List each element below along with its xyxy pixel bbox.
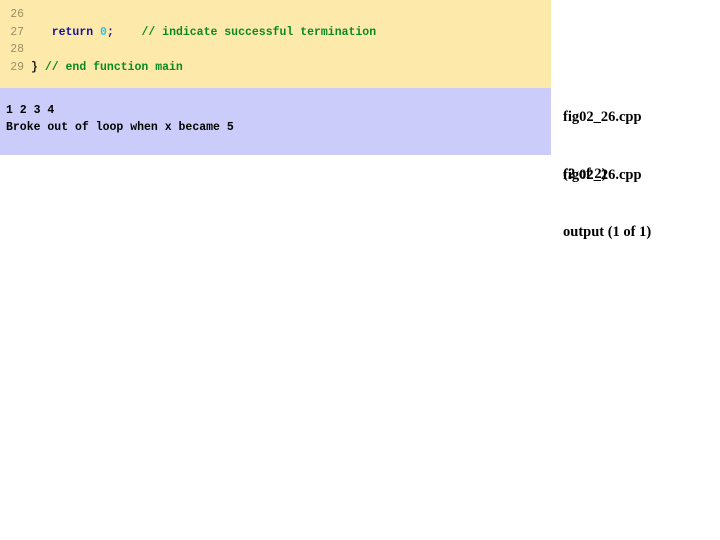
output-line: 1 2 3 4 [6, 104, 55, 117]
code-line: 28 [0, 41, 551, 59]
code-line: 27 return 0; // indicate successful term… [0, 24, 551, 42]
code-token-number: 0 [100, 25, 107, 39]
caption-output-file-part: output (1 of 1) [563, 224, 652, 240]
code-token-keyword: return [51, 25, 94, 39]
code-line: 26 [0, 6, 551, 24]
caption-output-file: fig02_26.cpp output (1 of 1) [563, 128, 651, 261]
output-line: Broke out of loop when x became 5 [6, 121, 234, 134]
code-listing-panel: 26 27 return 0; // indicate successful te… [0, 0, 551, 88]
code-line-number: 28 [10, 43, 24, 56]
code-line-content: } // end function main [24, 59, 183, 77]
code-line-number: 26 [10, 8, 24, 21]
code-line-content: return 0; // indicate successful termina… [24, 24, 376, 42]
code-token-plain: } [31, 60, 45, 74]
code-line-number: 29 [10, 60, 24, 74]
code-token-comment: // end function main [44, 60, 183, 74]
caption-source-file-name: fig02_26.cpp [563, 109, 642, 125]
code-token-comment: // indicate successful termination [141, 25, 377, 39]
code-line: 29} // end function main [0, 59, 551, 77]
program-output-panel: 1 2 3 4 Broke out of loop when x became 5 [0, 88, 551, 155]
code-token-punctuation: ; [106, 25, 114, 39]
caption-output-file-name: fig02_26.cpp [563, 167, 642, 183]
code-line-number: 27 [10, 25, 24, 39]
